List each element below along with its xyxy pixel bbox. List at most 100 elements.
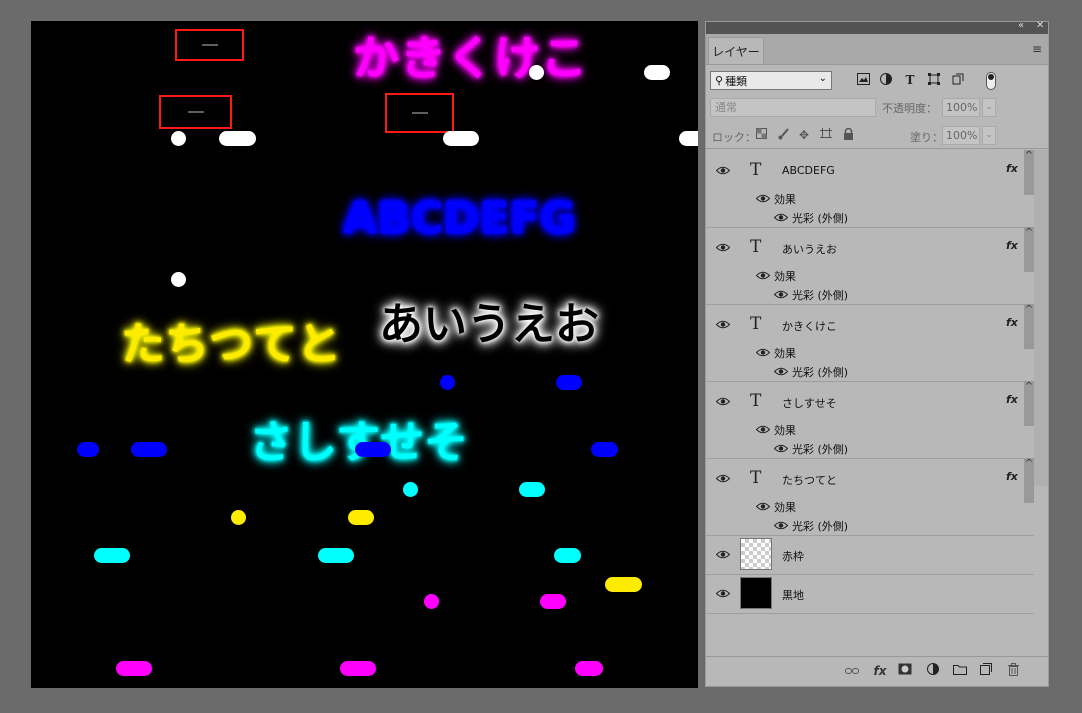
layer-aiueo[interactable]: T あいうえお fx ^ 効果 光彩 (外側) <box>706 227 1034 305</box>
effect-eye-icon[interactable] <box>774 213 788 222</box>
layer-name[interactable]: あいうえお <box>782 241 837 257</box>
effects-label: 効果 <box>774 501 796 514</box>
layer-name[interactable]: たちつてと <box>782 472 837 488</box>
blue-dot <box>440 375 455 390</box>
visibility-eye-icon[interactable] <box>716 397 730 406</box>
collapse-effects-icon[interactable]: ^ <box>1024 458 1034 503</box>
type-layer-icon: T <box>750 237 762 257</box>
fx-icon[interactable]: fx <box>1006 162 1018 175</box>
pixel-layer-filter-icon[interactable] <box>856 73 870 87</box>
magenta-pill <box>575 661 603 676</box>
filter-kind-label: 種類 <box>725 74 748 88</box>
add-mask-icon[interactable] <box>897 663 913 679</box>
lock-all-icon[interactable] <box>841 127 855 142</box>
effects-eye-icon[interactable] <box>756 194 770 203</box>
smart-object-filter-icon[interactable] <box>951 73 965 87</box>
adjustment-filter-icon[interactable] <box>879 73 893 87</box>
layer-name[interactable]: かきくけこ <box>782 318 837 334</box>
effect-eye-icon[interactable] <box>774 367 788 376</box>
effect-eye-icon[interactable] <box>774 521 788 530</box>
layer-abcdefg[interactable]: T ABCDEFG fx ^ 効果 光彩 (外側) <box>706 150 1034 228</box>
new-layer-icon[interactable] <box>978 663 994 679</box>
effect-eye-icon[interactable] <box>774 290 788 299</box>
fill-dropdown-icon[interactable]: ⌄ <box>982 126 996 145</box>
lock-transparent-icon[interactable] <box>754 128 768 142</box>
fx-icon[interactable]: fx <box>1006 470 1018 483</box>
layer-tachitsuteto[interactable]: T たちつてと fx ^ 効果 光彩 (外側) <box>706 458 1034 536</box>
visibility-eye-icon[interactable] <box>716 589 730 598</box>
layers-scrollbar[interactable] <box>1034 150 1048 486</box>
tab-layers[interactable]: レイヤー <box>708 37 764 64</box>
blue-pill <box>77 442 99 457</box>
collapse-effects-icon[interactable]: ^ <box>1024 381 1034 426</box>
text-abcdefg[interactable]: ABCDEFG <box>343 197 576 241</box>
effects-eye-icon[interactable] <box>756 502 770 511</box>
collapse-effects-icon[interactable]: ^ <box>1024 227 1034 272</box>
link-layers-icon[interactable] <box>844 663 860 679</box>
layer-sashisuseso[interactable]: T さしすせそ fx ^ 効果 光彩 (外側) <box>706 381 1034 459</box>
blend-mode-select[interactable]: 通常 <box>710 98 876 117</box>
layer-kakikukeko[interactable]: T かきくけこ fx ^ 効果 光彩 (外側) <box>706 304 1034 382</box>
filter-toggle-switch[interactable] <box>986 72 996 90</box>
search-icon: ⚲ <box>715 74 724 87</box>
effects-eye-icon[interactable] <box>756 271 770 280</box>
blue-pill <box>131 442 167 457</box>
text-tachitsuteto[interactable]: たちつてと <box>121 323 341 367</box>
document-canvas[interactable]: かきくけこ ABCDEFG あいうえお たちつてと さしすせそ <box>31 21 698 688</box>
add-layer-style-icon[interactable]: fx <box>872 663 888 679</box>
visibility-eye-icon[interactable] <box>716 474 730 483</box>
effects-eye-icon[interactable] <box>756 348 770 357</box>
cyan-dot <box>403 482 418 497</box>
text-kakikukeko[interactable]: かきくけこ <box>353 35 588 81</box>
effects-label: 効果 <box>774 424 796 437</box>
lock-pixels-brush-icon[interactable] <box>776 128 790 142</box>
collapse-effects-icon[interactable]: ^ <box>1024 150 1034 195</box>
visibility-eye-icon[interactable] <box>716 550 730 559</box>
filter-row: ⚲ 種類 ⌄ T <box>706 69 1048 93</box>
effect-outer-glow[interactable]: 光彩 (外側) <box>792 441 848 457</box>
opacity-field[interactable]: 100% <box>942 98 980 117</box>
layer-name[interactable]: さしすせそ <box>782 395 837 411</box>
layer-black-bg[interactable]: 黒地 <box>706 574 1034 614</box>
yellow-dot <box>231 510 246 525</box>
visibility-eye-icon[interactable] <box>716 166 730 175</box>
effect-outer-glow[interactable]: 光彩 (外側) <box>792 210 848 226</box>
lock-artboard-icon[interactable] <box>819 128 833 142</box>
text-aiueo[interactable]: あいうえお <box>379 303 599 347</box>
filter-kind-select[interactable]: ⚲ 種類 ⌄ <box>710 71 832 90</box>
opacity-label: 不透明度： <box>882 102 937 115</box>
panel-menu-icon[interactable]: ≡ <box>1032 42 1042 56</box>
fill-label: 塗り： <box>910 131 943 144</box>
close-icon[interactable]: ✕ <box>1036 20 1044 31</box>
collapse-icon[interactable]: « <box>1018 20 1024 31</box>
lock-position-move-icon[interactable]: ✥ <box>797 128 811 142</box>
effect-outer-glow[interactable]: 光彩 (外側) <box>792 287 848 303</box>
layer-name[interactable]: 黒地 <box>782 587 804 603</box>
effect-eye-icon[interactable] <box>774 444 788 453</box>
white-dot <box>171 131 186 146</box>
fx-icon[interactable]: fx <box>1006 239 1018 252</box>
type-filter-icon[interactable]: T <box>903 73 917 87</box>
shape-filter-icon[interactable] <box>927 73 941 87</box>
type-layer-icon: T <box>750 314 762 334</box>
effect-outer-glow[interactable]: 光彩 (外側) <box>792 364 848 380</box>
visibility-eye-icon[interactable] <box>716 243 730 252</box>
fx-icon[interactable]: fx <box>1006 393 1018 406</box>
cyan-pill <box>554 548 581 563</box>
effect-outer-glow[interactable]: 光彩 (外側) <box>792 518 848 534</box>
adjustment-layer-icon[interactable] <box>925 663 941 679</box>
fill-field[interactable]: 100% <box>942 126 980 145</box>
effects-eye-icon[interactable] <box>756 425 770 434</box>
new-group-folder-icon[interactable] <box>952 663 968 679</box>
fx-icon[interactable]: fx <box>1006 316 1018 329</box>
opacity-dropdown-icon[interactable]: ⌄ <box>982 98 996 117</box>
blue-pill <box>591 442 618 457</box>
effects-label: 効果 <box>774 193 796 206</box>
visibility-eye-icon[interactable] <box>716 320 730 329</box>
layer-red-frame[interactable]: 赤枠 <box>706 535 1034 575</box>
delete-layer-trash-icon[interactable] <box>1005 663 1021 679</box>
blue-pill <box>355 442 391 457</box>
layer-name[interactable]: 赤枠 <box>782 548 804 564</box>
collapse-effects-icon[interactable]: ^ <box>1024 304 1034 349</box>
layer-name[interactable]: ABCDEFG <box>782 164 835 177</box>
